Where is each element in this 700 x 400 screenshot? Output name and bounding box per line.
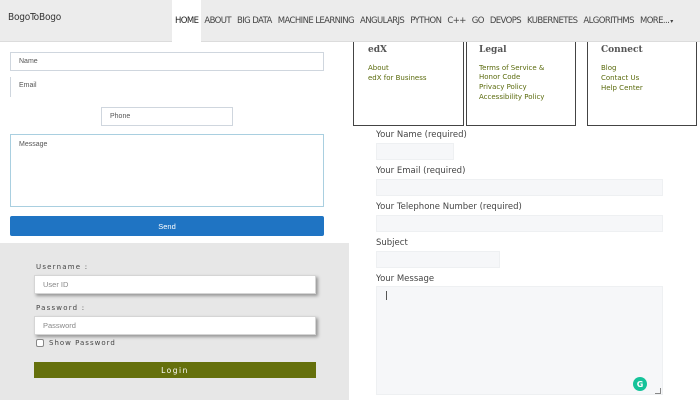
footer-link-contact[interactable]: Contact Us xyxy=(601,74,639,82)
nav-item-cpp[interactable]: C++ xyxy=(444,0,468,42)
footer-link-help[interactable]: Help Center xyxy=(601,84,643,92)
subject-label: Subject xyxy=(376,238,408,248)
your-name-label: Your Name (required) xyxy=(376,130,467,140)
resize-handle-icon[interactable] xyxy=(655,388,661,394)
top-nav: BogoToBogo HOME ABOUT BIG DATA MACHINE L… xyxy=(0,0,700,42)
grammarly-icon[interactable]: G xyxy=(633,377,647,391)
site-brand[interactable]: BogoToBogo xyxy=(8,12,61,23)
username-label: Username : xyxy=(36,263,89,271)
subject-input[interactable] xyxy=(376,251,500,268)
nav-item-devops[interactable]: DEVOPS xyxy=(487,0,524,42)
login-button[interactable]: Login xyxy=(34,362,316,378)
show-password-label: Show Password xyxy=(49,339,116,347)
nav-item-big-data[interactable]: BIG DATA xyxy=(234,0,275,42)
password-input[interactable]: Password xyxy=(34,316,316,335)
footer-box-legal: Legal Terms of Service & Honor Code Priv… xyxy=(466,42,576,126)
footer-link-honor-code[interactable]: Honor Code xyxy=(479,73,520,81)
send-button[interactable]: Send xyxy=(10,216,324,236)
your-email-label: Your Email (required) xyxy=(376,166,466,176)
message-textarea[interactable]: Message xyxy=(10,134,324,207)
your-message-textarea[interactable] xyxy=(376,286,663,395)
your-email-input[interactable] xyxy=(376,179,663,196)
show-password-checkbox[interactable] xyxy=(36,339,44,347)
your-message-label: Your Message xyxy=(376,274,435,284)
footer-link-privacy[interactable]: Privacy Policy xyxy=(479,83,527,91)
footer-link-accessibility[interactable]: Accessibility Policy xyxy=(479,93,544,101)
footer-box-title: Connect xyxy=(601,45,643,55)
email-input[interactable]: Email xyxy=(10,77,324,97)
nav-item-algorithms[interactable]: ALGORITHMS xyxy=(580,0,637,42)
footer-box-connect: Connect Blog Contact Us Help Center xyxy=(587,42,697,126)
nav-item-about[interactable]: ABOUT xyxy=(201,0,234,42)
nav-more-label: MORE... xyxy=(639,16,670,26)
nav-item-go[interactable]: GO xyxy=(469,0,487,42)
text-cursor xyxy=(386,291,387,300)
footer-box-title: edX xyxy=(368,45,388,55)
phone-input[interactable]: Phone xyxy=(101,107,233,126)
nav-menu: HOME ABOUT BIG DATA MACHINE LEARNING ANG… xyxy=(172,0,676,42)
nav-item-angularjs[interactable]: ANGULARJS xyxy=(357,0,407,42)
chevron-down-icon: ▾ xyxy=(670,17,673,25)
show-password-toggle[interactable]: Show Password xyxy=(36,339,116,347)
password-label: Password : xyxy=(36,304,86,312)
nav-item-more[interactable]: MORE... ▾ xyxy=(637,0,676,42)
nav-item-home[interactable]: HOME xyxy=(172,0,202,42)
nav-item-machine-learning[interactable]: MACHINE LEARNING xyxy=(275,0,357,42)
your-phone-input[interactable] xyxy=(376,215,663,232)
footer-box-title: Legal xyxy=(479,45,507,55)
your-phone-label: Your Telephone Number (required) xyxy=(376,202,522,212)
footer-link-edx-business[interactable]: edX for Business xyxy=(368,74,427,82)
username-input[interactable]: User ID xyxy=(34,275,316,294)
footer-box-edx: edX About edX for Business xyxy=(353,42,464,126)
footer-link-about[interactable]: About xyxy=(368,64,389,72)
footer-link-terms[interactable]: Terms of Service & xyxy=(479,64,544,72)
nav-item-kubernetes[interactable]: KUBERNETES xyxy=(524,0,580,42)
footer-link-blog[interactable]: Blog xyxy=(601,64,616,72)
your-name-input[interactable] xyxy=(376,143,454,160)
nav-item-python[interactable]: PYTHON xyxy=(407,0,444,42)
name-input[interactable]: Name xyxy=(10,52,324,71)
